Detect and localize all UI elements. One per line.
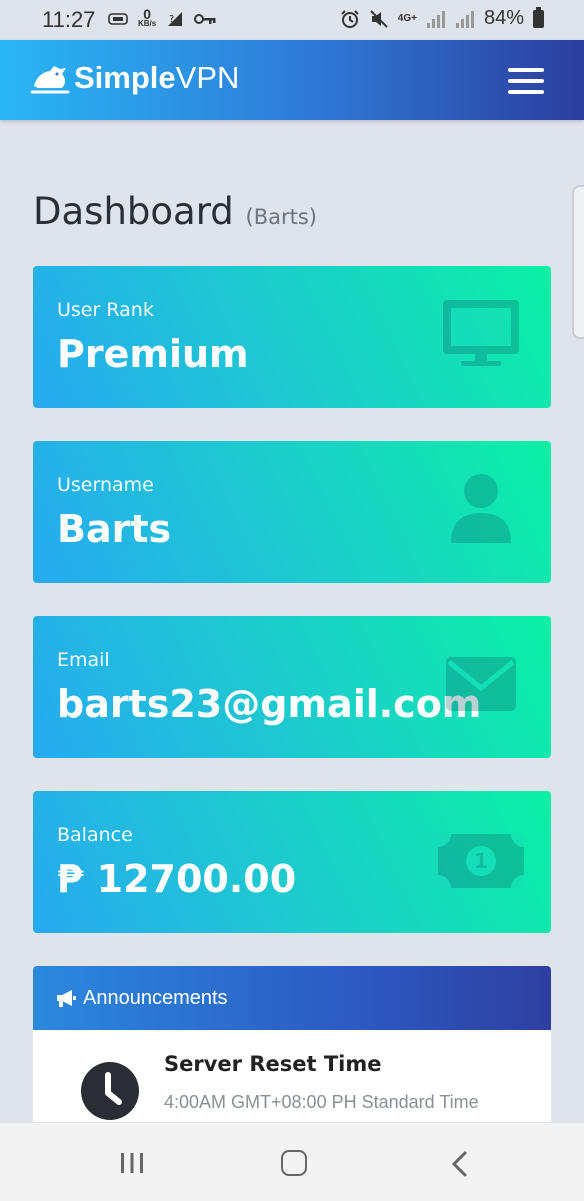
- money-icon: 1: [438, 834, 524, 888]
- announcement-title: Server Reset Time: [164, 1052, 382, 1076]
- user-icon: [451, 474, 511, 543]
- card-value: Premium: [57, 332, 249, 376]
- clock-icon: [81, 1062, 139, 1120]
- card-label: User Rank: [57, 299, 154, 321]
- card-label: Username: [57, 474, 154, 496]
- card-value: barts23@gmail.com: [57, 682, 482, 726]
- announcements-title: Announcements: [83, 986, 228, 1009]
- card-value: Barts: [57, 507, 172, 551]
- network-type: 4G+: [397, 12, 417, 24]
- user-rank-card: User Rank Premium: [33, 266, 551, 408]
- alarm-icon: [341, 9, 359, 28]
- mute-icon: [370, 9, 388, 28]
- list-item[interactable]: Server Reset Time 4:00AM GMT+08:00 PH St…: [33, 1030, 551, 1136]
- net-speed-unit: KB/s: [138, 19, 157, 28]
- email-card: Email barts23@gmail.com: [33, 616, 551, 758]
- battery-percent: 84%: [483, 7, 524, 29]
- brand-name: SimpleVPN: [74, 60, 239, 96]
- data-saver-icon: [108, 13, 128, 25]
- signal-alert-icon: ?: [168, 12, 183, 26]
- brand-bold: Simple: [74, 60, 176, 95]
- vpn-key-icon: [194, 14, 216, 24]
- battery-icon: [533, 6, 544, 28]
- back-icon[interactable]: [450, 1151, 468, 1177]
- status-bar: 11:27 0 KB/s ? 4G+ 84%: [0, 0, 584, 40]
- navbar: SimpleVPN: [0, 40, 584, 120]
- monitor-icon: [443, 300, 519, 366]
- card-label: Balance: [57, 824, 133, 846]
- status-time: 11:27: [42, 7, 96, 32]
- card-label: Email: [57, 649, 110, 671]
- svg-text:?: ?: [169, 14, 174, 25]
- announcement-subtitle: 4:00AM GMT+08:00 PH Standard Time: [164, 1092, 479, 1112]
- card-value: ₱ 12700.00: [57, 857, 297, 901]
- brand[interactable]: SimpleVPN: [30, 60, 239, 96]
- side-scroll-handle[interactable]: [572, 185, 584, 339]
- announcements-panel: Announcements Server Reset Time 4:00AM G…: [33, 966, 551, 1136]
- page-subtitle: (Barts): [245, 205, 317, 229]
- net-speed-value: 0: [143, 6, 152, 22]
- envelope-icon: [446, 657, 516, 711]
- signal-icon-2: [455, 10, 474, 28]
- logo-icon: [30, 66, 70, 94]
- announcements-header: Announcements: [33, 966, 551, 1030]
- net-speed: 0 KB/s: [138, 6, 157, 29]
- signal-icon: [426, 10, 445, 28]
- brand-light: VPN: [175, 60, 240, 95]
- username-card: Username Barts: [33, 441, 551, 583]
- recents-icon[interactable]: [119, 1151, 145, 1175]
- hamburger-menu-icon[interactable]: [508, 68, 544, 94]
- home-icon[interactable]: [281, 1150, 307, 1176]
- balance-card: Balance ₱ 12700.00 1: [33, 791, 551, 933]
- page-title-text: Dashboard: [33, 190, 234, 233]
- svg-text:1: 1: [474, 849, 488, 873]
- page-title: Dashboard (Barts): [33, 190, 317, 233]
- system-nav-bar: [0, 1122, 584, 1201]
- megaphone-icon: [57, 990, 76, 1007]
